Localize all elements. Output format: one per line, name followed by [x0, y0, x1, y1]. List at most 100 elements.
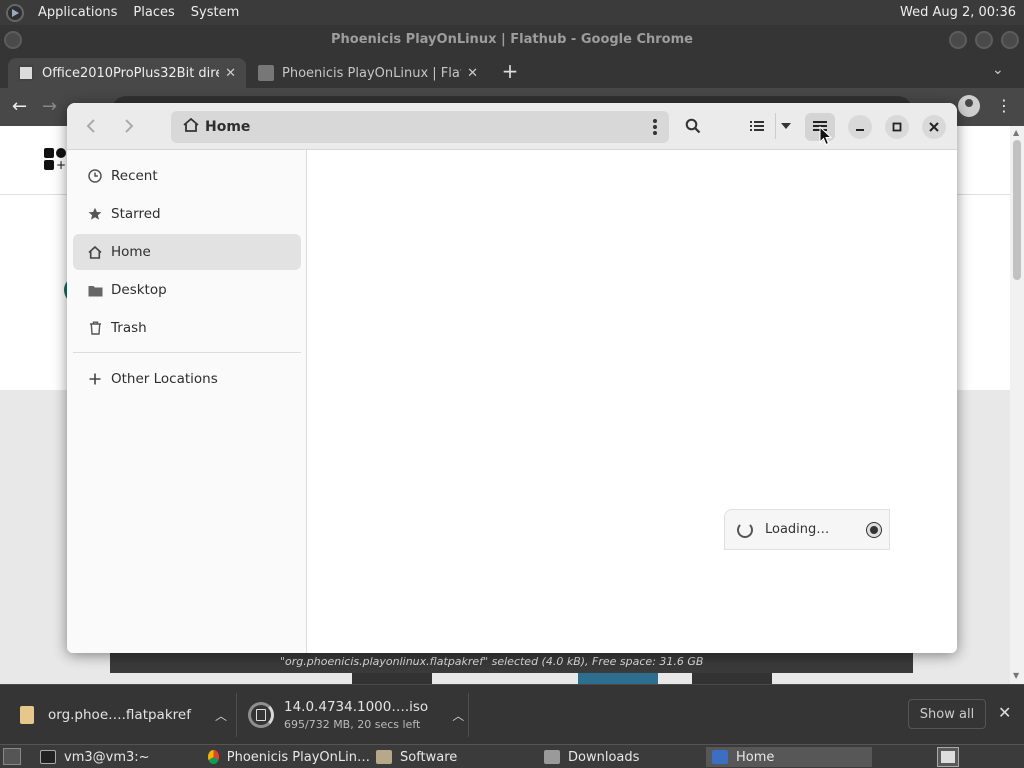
file-list-view[interactable]	[308, 150, 957, 653]
close-tab-icon[interactable]: ✕	[467, 66, 478, 81]
task-software[interactable]: Software	[370, 747, 536, 767]
status-bubble: "org.phoenicis.playonlinux.flatpakref" s…	[110, 651, 913, 673]
panel-clock[interactable]: Wed Aug 2, 00:36	[900, 5, 1024, 20]
workspace-switcher-icon[interactable]	[937, 747, 959, 767]
screenshot-thumbnail[interactable]	[578, 672, 658, 684]
forward-chevron-icon[interactable]	[119, 113, 139, 139]
download-progress-icon	[248, 702, 274, 728]
task-home[interactable]: Home	[706, 747, 872, 767]
window-title: Phoenicis PlayOnLinux | Flathub - Google…	[331, 32, 693, 47]
task-terminal[interactable]: vm3@vm3:~	[34, 747, 198, 767]
close-window-icon[interactable]	[1001, 31, 1019, 49]
chrome-icon	[208, 750, 219, 764]
institution-favicon-icon	[18, 65, 34, 81]
terminal-icon	[40, 750, 56, 764]
sidebar-item-starred[interactable]: Starred	[73, 196, 301, 232]
list-view-icon[interactable]	[747, 113, 767, 139]
download-divider	[468, 693, 469, 737]
download-status: 695/732 MB, 20 secs left	[284, 718, 421, 731]
close-icon[interactable]	[922, 115, 946, 139]
sidebar-item-label: Home	[111, 244, 151, 260]
close-downloads-bar-icon[interactable]: ✕	[998, 703, 1011, 722]
maximize-window-icon[interactable]	[975, 31, 993, 49]
back-arrow-icon[interactable]: ←	[12, 96, 27, 117]
clock-icon	[87, 168, 103, 184]
tab-office2010[interactable]: Office2010ProPlus32Bit direct ✕	[8, 58, 246, 88]
tab-label: Office2010ProPlus32Bit direct	[42, 65, 220, 81]
applications-menu[interactable]: Applications	[30, 5, 125, 20]
top-panel: Applications Places System Wed Aug 2, 00…	[0, 0, 1024, 25]
tab-phoenicis[interactable]: Phoenicis PlayOnLinux | Flathub ✕	[248, 58, 488, 88]
scrollbar-thumb[interactable]	[1013, 140, 1021, 280]
sidebar-divider	[73, 352, 301, 353]
sidebar-item-trash[interactable]: Trash	[73, 310, 301, 346]
task-label: Downloads	[568, 749, 640, 765]
distro-logo-icon[interactable]	[6, 3, 24, 22]
chrome-titlebar: Phoenicis PlayOnLinux | Flathub - Google…	[0, 25, 1024, 56]
sidebar-item-recent[interactable]: Recent	[73, 158, 301, 194]
task-label: vm3@vm3:~	[64, 749, 150, 765]
sidebar-item-label: Desktop	[111, 282, 167, 298]
trash-icon	[87, 320, 103, 336]
search-icon[interactable]	[682, 113, 704, 139]
profile-avatar-icon[interactable]	[958, 95, 980, 117]
places-menu[interactable]: Places	[125, 5, 182, 20]
tab-search-chevron-icon[interactable]: ⌄	[992, 62, 1004, 78]
chevron-up-icon[interactable]: ︿	[452, 707, 464, 724]
loading-indicator: Loading…	[724, 509, 890, 550]
download-item-flatpakref[interactable]: org.phoe….flatpakref ︿	[0, 685, 236, 745]
more-options-icon[interactable]	[653, 119, 657, 135]
flathub-favicon-icon	[258, 65, 274, 81]
places-sidebar: Recent Starred Home Desktop Trash Other …	[67, 150, 307, 653]
minimize-icon[interactable]	[848, 115, 872, 139]
screenshot-thumbnail[interactable]	[352, 672, 432, 684]
sidebar-item-label: Other Locations	[111, 371, 218, 387]
screenshot-thumbnail[interactable]	[692, 672, 772, 684]
home-icon	[183, 117, 199, 136]
sidebar-item-other-locations[interactable]: Other Locations	[73, 361, 301, 397]
star-icon	[87, 206, 103, 222]
download-divider	[236, 693, 237, 737]
file-icon	[20, 706, 34, 724]
file-chooser-icon	[712, 750, 728, 764]
sidebar-item-label: Starred	[111, 206, 161, 222]
scroll-down-icon[interactable]: ▼	[1013, 671, 1019, 680]
download-item-iso[interactable]: 14.0.4734.1000….iso 695/732 MB, 20 secs …	[248, 685, 468, 745]
download-filename: 14.0.4734.1000….iso	[284, 699, 429, 715]
bottom-taskbar: vm3@vm3:~ Phoenicis PlayOnLin… Software …	[0, 744, 1024, 768]
task-label: Home	[736, 749, 775, 765]
sidebar-item-desktop[interactable]: Desktop	[73, 272, 301, 308]
task-chrome[interactable]: Phoenicis PlayOnLin…	[202, 747, 370, 767]
view-options-dropdown-icon[interactable]	[777, 113, 795, 139]
page-scrollbar[interactable]: ▲ ▼	[1010, 126, 1024, 684]
maximize-icon[interactable]	[885, 115, 909, 139]
system-menu[interactable]: System	[183, 5, 247, 20]
show-all-button[interactable]: Show all	[908, 699, 986, 729]
show-desktop-icon[interactable]	[3, 748, 21, 765]
task-downloads[interactable]: Downloads	[538, 747, 704, 767]
minimize-window-icon[interactable]	[949, 31, 967, 49]
flathub-logo-icon[interactable]: +	[44, 148, 68, 172]
chrome-menu-icon[interactable]: ⋮	[996, 96, 1012, 115]
back-chevron-icon[interactable]	[81, 113, 101, 139]
sidebar-item-label: Recent	[111, 168, 158, 184]
downloads-bar: org.phoe….flatpakref ︿ 14.0.4734.1000….i…	[0, 684, 1024, 744]
download-filename: org.phoe….flatpakref	[48, 707, 191, 723]
scroll-up-icon[interactable]: ▲	[1013, 128, 1019, 137]
folder-icon	[544, 750, 560, 764]
sidebar-item-home[interactable]: Home	[73, 234, 301, 270]
file-chooser-dialog: Home Recent Starred Home Desktop Trash O…	[67, 103, 957, 653]
location-bar[interactable]: Home	[171, 111, 669, 143]
sidebar-item-label: Trash	[111, 320, 147, 336]
forward-arrow-icon[interactable]: →	[42, 96, 57, 117]
task-label: Phoenicis PlayOnLin…	[226, 749, 370, 765]
home-icon	[87, 244, 103, 260]
spinner-icon	[737, 521, 753, 538]
mouse-pointer-icon	[819, 126, 833, 146]
plus-icon	[87, 371, 103, 387]
chevron-up-icon[interactable]: ︿	[215, 707, 227, 724]
tab-label: Phoenicis PlayOnLinux | Flathub	[282, 65, 461, 81]
close-tab-icon[interactable]: ✕	[225, 66, 236, 81]
stop-loading-icon[interactable]	[867, 522, 881, 537]
new-tab-button[interactable]: +	[499, 60, 521, 82]
